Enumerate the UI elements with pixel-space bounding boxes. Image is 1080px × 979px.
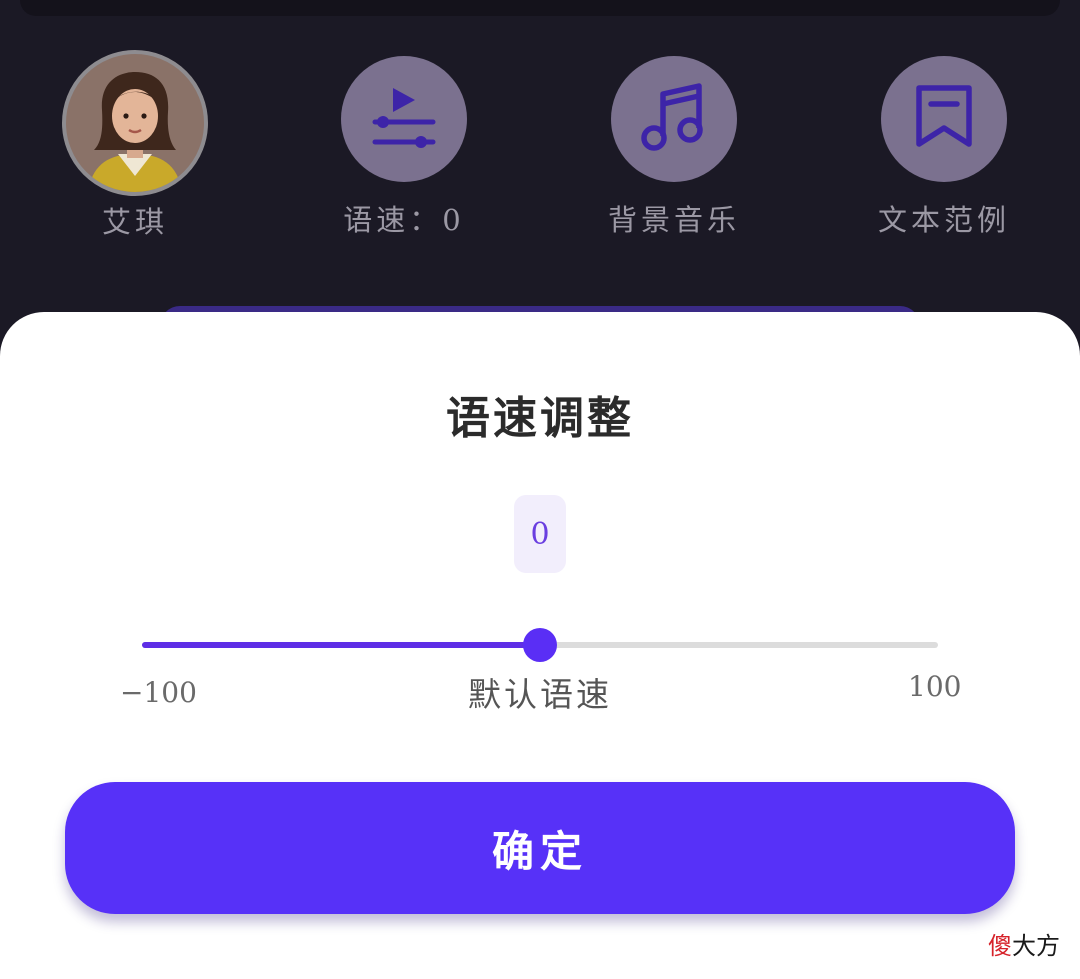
music-note-icon (637, 80, 711, 158)
speed-slider-icon (369, 82, 439, 156)
text-sample-tool[interactable]: 文本范例 (814, 56, 1074, 240)
top-input-area (20, 0, 1060, 16)
watermark: 傻大方 (988, 926, 1060, 961)
music-icon-circle[interactable] (611, 56, 737, 182)
speed-value: 0 (530, 516, 550, 552)
speed-tool-label: 语速：0 (343, 203, 465, 237)
background-music-label: 背景音乐 (607, 203, 740, 237)
speed-value-display: 0 (514, 495, 566, 573)
voice-name-label: 艾琪 (101, 205, 168, 239)
speed-tool[interactable]: 语速：0 (274, 56, 534, 240)
watermark-rest: 大方 (1012, 932, 1060, 960)
slider-max-label: 100 (908, 670, 962, 703)
watermark-first-char: 傻 (988, 932, 1012, 960)
bookmark-icon (909, 82, 979, 156)
confirm-button-label: 确定 (491, 826, 588, 876)
avatar[interactable] (62, 50, 208, 196)
bookmark-icon-circle[interactable] (881, 56, 1007, 182)
voice-selector[interactable]: 艾琪 (5, 50, 265, 242)
slider-thumb[interactable] (523, 628, 557, 662)
background-music-tool[interactable]: 背景音乐 (544, 56, 804, 240)
speed-icon-circle[interactable] (341, 56, 467, 182)
speed-adjust-sheet: 语速调整 0 −100 默认语速 100 确定 (0, 312, 1080, 979)
speed-slider[interactable] (142, 628, 938, 662)
confirm-button[interactable]: 确定 (65, 782, 1015, 914)
slider-fill (142, 642, 540, 648)
sheet-title: 语速调整 (446, 393, 634, 444)
text-sample-label: 文本范例 (877, 203, 1010, 237)
